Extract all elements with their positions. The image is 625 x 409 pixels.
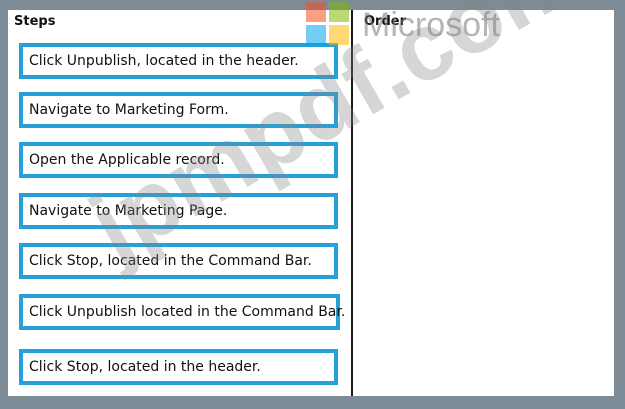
step-4[interactable]: Navigate to Marketing Page. — [19, 193, 338, 229]
steps-header: Steps — [14, 14, 56, 29]
step-1[interactable]: Click Unpublish, located in the header. — [19, 43, 338, 79]
step-2[interactable]: Navigate to Marketing Form. — [19, 92, 338, 128]
column-divider — [351, 10, 353, 396]
exhibit-panel: Steps Order Click Unpublish, located in … — [8, 10, 614, 396]
order-header: Order — [364, 14, 406, 29]
step-7[interactable]: Click Stop, located in the header. — [19, 349, 338, 385]
step-5[interactable]: Click Stop, located in the Command Bar. — [19, 243, 338, 279]
step-3[interactable]: Open the Applicable record. — [19, 142, 338, 178]
step-6[interactable]: Click Unpublish located in the Command B… — [19, 294, 345, 330]
